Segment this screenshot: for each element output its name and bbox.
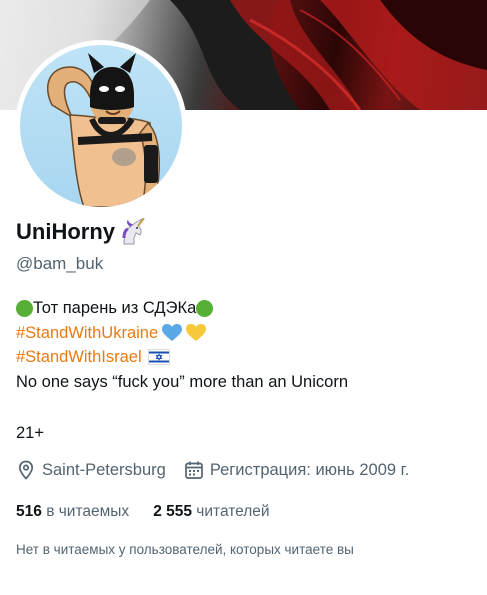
blue-heart-icon	[162, 323, 183, 342]
profile-avatar[interactable]	[15, 40, 187, 212]
bio-text-4: No one says “fuck you” more than an Unic…	[16, 372, 348, 391]
avatar-image	[20, 45, 182, 207]
following-count: 516	[16, 503, 42, 520]
israel-flag-icon	[147, 349, 170, 366]
display-name-row: UniHorny	[16, 217, 146, 246]
green-circle-icon	[196, 299, 214, 317]
location-item: Saint-Petersburg	[16, 460, 166, 480]
location-text: Saint-Petersburg	[42, 460, 166, 479]
joined-item: Регистрация: июнь 2009 г.	[184, 460, 409, 480]
age-text: 21+	[16, 424, 44, 442]
profile-bio: Тот парень из СДЭКа #StandWithUkraine #S…	[16, 296, 348, 394]
bio-line-2: #StandWithUkraine	[16, 321, 348, 346]
bio-line-4: No one says “fuck you” more than an Unic…	[16, 370, 348, 395]
location-pin-icon	[18, 460, 34, 480]
user-handle: @bam_buk	[16, 254, 104, 273]
follow-stats: 516 в читаемых 2 555 читателей	[16, 503, 294, 521]
followers-link[interactable]: 2 555 читателей	[153, 503, 269, 521]
bio-text-1: Тот парень из СДЭКа	[33, 299, 197, 317]
hashtag-link[interactable]: #StandWithUkraine	[16, 321, 158, 346]
joined-text: Регистрация: июнь 2009 г.	[209, 460, 410, 479]
calendar-icon	[184, 461, 203, 479]
mutuals-note: Нет в читаемых у пользователей, которых …	[16, 542, 354, 557]
unicorn-icon	[118, 217, 146, 246]
hashtag-link[interactable]: #StandWithIsrael	[16, 345, 142, 370]
following-link[interactable]: 516 в читаемых	[16, 503, 129, 521]
following-label: в читаемых	[46, 503, 130, 520]
bio-line-3: #StandWithIsrael	[16, 345, 348, 370]
green-circle-icon	[16, 299, 33, 317]
bio-line-1: Тот парень из СДЭКа	[16, 296, 348, 321]
followers-count: 2 555	[153, 503, 192, 520]
yellow-heart-icon	[186, 323, 207, 342]
profile-meta: Saint-Petersburg Регистрация: июнь 2009 …	[16, 460, 427, 480]
followers-label: читателей	[196, 503, 270, 520]
display-name: UniHorny	[16, 219, 115, 244]
